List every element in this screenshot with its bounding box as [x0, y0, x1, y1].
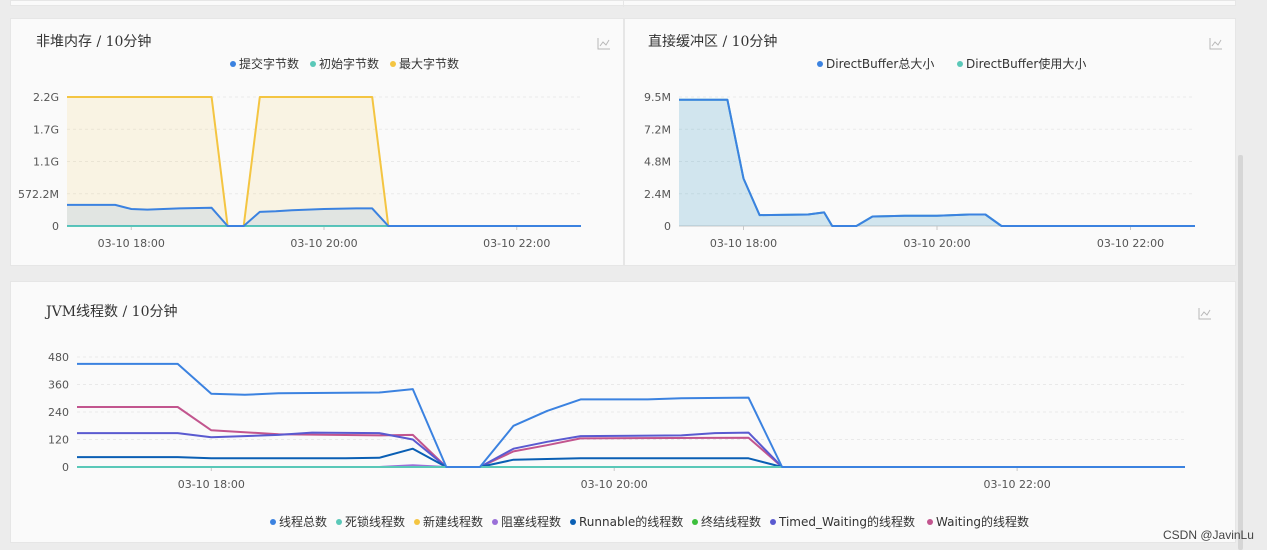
legend-label: Waiting的线程数	[936, 514, 1029, 529]
legend-marker	[927, 519, 933, 525]
direct-buffer-panel: 直接缓冲区 / 10分钟 DirectBuffer总大小 DirectBuffer使…	[624, 18, 1236, 266]
line-chart-icon[interactable]	[597, 38, 610, 50]
x-tick-label: 03-10 20:00	[290, 237, 357, 250]
x-tick-label: 03-10 18:00	[98, 237, 165, 250]
legend-label: 初始字节数	[319, 56, 379, 71]
legend-label: Runnable的线程数	[579, 514, 683, 529]
legend-label: 提交字节数	[239, 56, 299, 71]
line-chart-icon-line	[599, 39, 610, 47]
nonheap-memory-chart: 非堆内存 / 10分钟提交字节数 初始字节数 最大字节数 0 572.2M 1.1G 1.7…	[18, 33, 610, 250]
line-chart-icon[interactable]	[1209, 38, 1222, 50]
legend-marker	[957, 61, 963, 67]
legend-marker	[770, 519, 776, 525]
legend-label: 死锁线程数	[345, 514, 405, 529]
legend-marker	[336, 519, 342, 525]
legend-item[interactable]: Waiting的线程数	[927, 514, 1029, 529]
legend-marker	[270, 519, 276, 525]
y-tick-label: 0	[664, 220, 671, 233]
legend-item[interactable]: 阻塞线程数	[492, 514, 561, 529]
y-tick-label: 360	[48, 379, 69, 392]
line-chart-icon-line	[1211, 39, 1222, 47]
jvm-threads-chart: JVM线程数 / 10分钟线程总数 死锁线程数 新建线程数 阻塞线程数 Runnable…	[44, 303, 1211, 529]
line-chart-icon-line	[1200, 309, 1211, 317]
legend-marker	[570, 519, 576, 525]
y-tick-label: 240	[48, 406, 69, 419]
line-chart-icon[interactable]	[1198, 308, 1211, 320]
y-tick-label: 7.2M	[644, 123, 671, 136]
legend-marker	[492, 519, 498, 525]
legend-item[interactable]: Timed_Waiting的线程数	[770, 514, 915, 529]
x-tick-label: 03-10 18:00	[710, 237, 777, 250]
y-tick-label: 0	[62, 461, 69, 474]
y-tick-label: 480	[48, 351, 69, 364]
legend-item[interactable]: 线程总数	[270, 514, 327, 529]
series-line	[679, 98, 1195, 227]
legend-label: DirectBuffer使用大小	[966, 56, 1086, 71]
legend-label: 终结线程数	[701, 514, 761, 529]
legend-item[interactable]: DirectBuffer使用大小	[957, 56, 1086, 71]
x-tick-label: 03-10 22:00	[1097, 237, 1164, 250]
chart-title: 直接缓冲区 / 10分钟	[648, 33, 777, 50]
watermark: CSDN @JavinLu	[1163, 528, 1254, 542]
y-tick-label: 1.1G	[33, 156, 59, 169]
legend-marker	[310, 61, 316, 67]
jvm-threads-panel: JVM线程数 / 10分钟线程总数 死锁线程数 新建线程数 阻塞线程数 Runnable…	[10, 281, 1236, 543]
previous-panels-strip	[10, 0, 1236, 7]
legend-item[interactable]: Runnable的线程数	[570, 514, 683, 529]
nonheap-memory-panel: 非堆内存 / 10分钟提交字节数 初始字节数 最大字节数 0 572.2M 1.1G 1.7…	[10, 18, 624, 266]
series-area	[67, 97, 581, 226]
legend-item[interactable]: 新建线程数	[414, 514, 483, 529]
legend-marker	[692, 519, 698, 525]
y-tick-label: 9.5M	[644, 91, 671, 104]
legend-label: Timed_Waiting的线程数	[778, 514, 915, 529]
legend-item[interactable]: 最大字节数	[390, 56, 459, 71]
series-line	[77, 447, 1185, 468]
x-tick-label: 03-10 20:00	[903, 237, 970, 250]
y-tick-label: 0	[52, 220, 59, 233]
direct-buffer-chart: 直接缓冲区 / 10分钟 DirectBuffer总大小 DirectBuffer使…	[644, 33, 1222, 250]
x-tick-label: 03-10 18:00	[178, 478, 245, 491]
y-tick-label: 1.7G	[33, 123, 59, 136]
page-scrollbar[interactable]	[1238, 155, 1243, 550]
legend-item[interactable]: DirectBuffer总大小	[817, 57, 934, 71]
legend-marker	[390, 61, 396, 67]
y-tick-label: 120	[48, 434, 69, 447]
y-tick-label: 2.4M	[644, 188, 671, 201]
legend-marker	[414, 519, 420, 525]
legend-item[interactable]: 终结线程数	[692, 514, 761, 529]
legend-label: 阻塞线程数	[501, 514, 561, 529]
legend-label: 线程总数	[279, 514, 327, 529]
legend-marker	[817, 61, 823, 67]
chart-title: 非堆内存 / 10分钟	[36, 33, 151, 50]
legend-label: DirectBuffer总大小	[826, 57, 934, 71]
chart-title: JVM线程数 / 10分钟	[44, 303, 178, 320]
legend-item[interactable]: 提交字节数	[230, 56, 299, 71]
legend-label: 最大字节数	[399, 56, 459, 71]
series-line	[77, 362, 1185, 468]
x-tick-label: 03-10 22:00	[483, 237, 550, 250]
legend-item[interactable]: 初始字节数	[310, 56, 379, 71]
legend-label: 新建线程数	[423, 514, 483, 529]
y-tick-label: 572.2M	[18, 188, 59, 201]
y-tick-label: 4.8M	[644, 156, 671, 169]
y-tick-label: 2.2G	[33, 91, 59, 104]
x-tick-label: 03-10 22:00	[984, 478, 1051, 491]
legend-item[interactable]: 死锁线程数	[336, 514, 405, 529]
x-tick-label: 03-10 20:00	[581, 478, 648, 491]
legend-marker	[230, 61, 236, 67]
